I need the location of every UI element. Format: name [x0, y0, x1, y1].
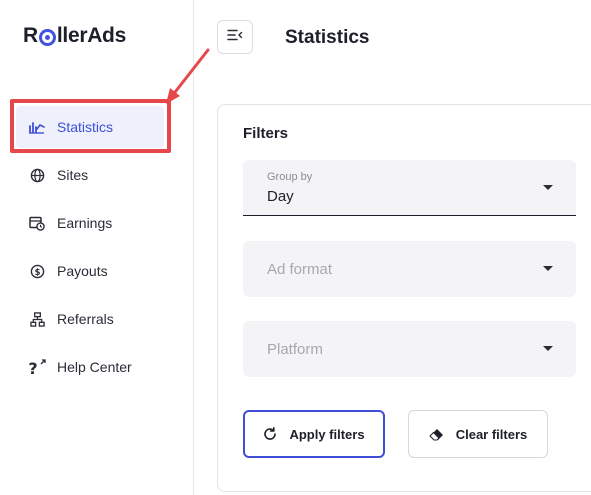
sidebar-item-label: Sites [57, 167, 89, 183]
clear-filters-label: Clear filters [455, 426, 528, 442]
sidebar-item-label: Earnings [57, 215, 113, 231]
sidebar-item-payouts[interactable]: $ Payouts [16, 250, 164, 292]
sidebar-toggle-button[interactable] [217, 20, 253, 54]
caret-down-icon [543, 346, 553, 351]
filters-card: Filters Group by Day Ad format Platform … [217, 104, 591, 492]
clear-filters-button[interactable]: Clear filters [408, 410, 548, 458]
platform-placeholder: Platform [267, 341, 323, 358]
page-title: Statistics [285, 27, 370, 48]
collapse-menu-icon [227, 28, 243, 46]
rolleradds-logo[interactable]: RllerAds [23, 24, 126, 48]
sidebar-item-label: Payouts [57, 263, 108, 279]
group-by-label: Group by [267, 171, 313, 183]
sidebar-item-label: Statistics [57, 119, 114, 135]
logo-ring-icon [38, 28, 56, 46]
sidebar-item-label: Help Center [57, 359, 132, 375]
logo-text-start: R [23, 24, 38, 47]
sidebar-item-label: Referrals [57, 311, 114, 327]
caret-down-icon [543, 185, 553, 190]
sidebar: RllerAds Statistics Sites Earnings $ Pay… [0, 0, 194, 495]
svg-text:$: $ [34, 266, 40, 276]
svg-text:?: ? [28, 359, 37, 377]
platform-select[interactable]: Platform [243, 321, 576, 377]
sidebar-item-sites[interactable]: Sites [16, 154, 164, 196]
caret-down-icon [543, 266, 553, 271]
wallet-clock-icon [16, 216, 56, 231]
group-by-value: Day [267, 188, 294, 205]
question-external-icon: ? [16, 357, 56, 377]
ad-format-placeholder: Ad format [267, 261, 333, 278]
globe-icon [16, 168, 56, 183]
sidebar-item-referrals[interactable]: Referrals [16, 298, 164, 340]
logo-text-end: llerAds [56, 24, 126, 47]
ad-format-select[interactable]: Ad format [243, 241, 576, 297]
coin-icon: $ [16, 264, 56, 279]
eraser-icon [429, 428, 444, 441]
group-by-select[interactable]: Group by Day [243, 160, 576, 216]
refresh-icon [263, 427, 277, 441]
filters-title: Filters [243, 125, 289, 142]
apply-filters-button[interactable]: Apply filters [243, 410, 385, 458]
sidebar-item-help-center[interactable]: ? Help Center [16, 346, 164, 388]
apply-filters-label: Apply filters [289, 426, 365, 442]
sidebar-item-statistics[interactable]: Statistics [16, 106, 164, 148]
sidebar-item-earnings[interactable]: Earnings [16, 202, 164, 244]
network-icon [16, 311, 56, 327]
chart-icon [16, 120, 56, 134]
